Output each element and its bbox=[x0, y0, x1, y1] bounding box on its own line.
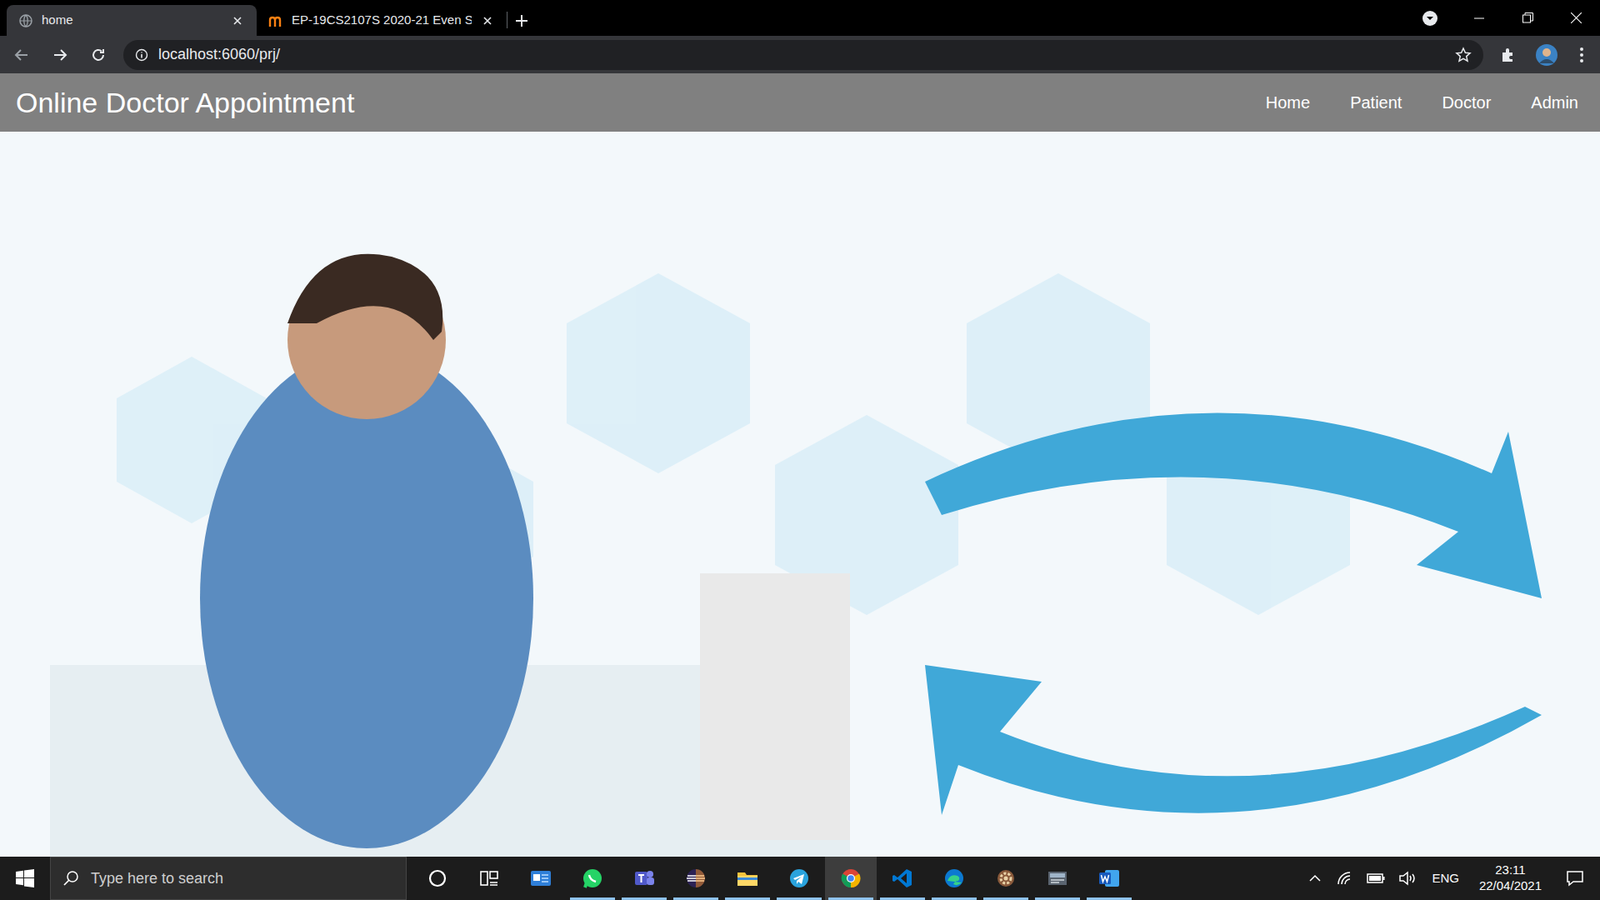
battery-icon[interactable] bbox=[1365, 872, 1387, 885]
word-icon bbox=[1097, 866, 1121, 890]
minimize-icon[interactable] bbox=[1455, 0, 1504, 36]
taskbar-app-button[interactable] bbox=[980, 856, 1032, 900]
volume-icon[interactable] bbox=[1396, 870, 1419, 886]
taskbar-app-button[interactable] bbox=[411, 856, 464, 900]
taskbar-app-button[interactable] bbox=[515, 856, 567, 900]
running-indicator bbox=[776, 897, 822, 900]
running-indicator bbox=[983, 897, 1029, 900]
reload-icon[interactable] bbox=[85, 41, 112, 69]
restore-icon[interactable] bbox=[1503, 0, 1552, 36]
taskbar-app-button[interactable] bbox=[876, 856, 929, 900]
running-indicator bbox=[725, 897, 770, 900]
sql-icon bbox=[1045, 866, 1070, 890]
bookmark-star-icon[interactable] bbox=[1455, 46, 1472, 64]
telegram-icon bbox=[787, 866, 811, 890]
taskbar-app-button[interactable] bbox=[618, 856, 670, 900]
teams-icon bbox=[632, 866, 656, 890]
browser-toolbar: localhost:6060/prj/ bbox=[0, 35, 1600, 74]
taskbar-app-button[interactable] bbox=[1031, 856, 1084, 900]
clock-date: 22/04/2021 bbox=[1479, 878, 1542, 895]
taskbar-app-button[interactable] bbox=[721, 856, 774, 900]
taskbar-apps bbox=[411, 856, 1135, 900]
chrome-icon bbox=[839, 866, 863, 890]
tab-title: home bbox=[41, 10, 222, 30]
taskview-icon bbox=[477, 866, 501, 890]
nav-links: Home Patient Doctor Admin bbox=[1265, 90, 1579, 115]
show-hidden-icons-icon[interactable] bbox=[1305, 871, 1325, 885]
taskbar-app-button[interactable] bbox=[566, 856, 619, 900]
running-indicator bbox=[880, 897, 925, 900]
clock[interactable]: 23:1122/04/2021 bbox=[1472, 862, 1549, 895]
nav-link[interactable]: Doctor bbox=[1441, 90, 1491, 115]
clock-time: 23:11 bbox=[1495, 862, 1525, 879]
close-window-icon[interactable] bbox=[1551, 0, 1600, 36]
tab-strip: home EP-19CS2107S 2020-21 Even Sen bbox=[0, 0, 1600, 36]
news-icon bbox=[529, 866, 553, 890]
tab-search-icon[interactable] bbox=[1405, 0, 1455, 36]
settings-icon bbox=[994, 866, 1018, 890]
running-indicator bbox=[570, 897, 615, 900]
tab-title: EP-19CS2107S 2020-21 Even Sen bbox=[291, 10, 472, 30]
url-text[interactable]: localhost:6060/prj/ bbox=[158, 43, 1445, 66]
nav-link[interactable]: Admin bbox=[1530, 90, 1579, 115]
forward-icon[interactable] bbox=[46, 41, 74, 69]
new-tab-icon[interactable] bbox=[507, 5, 536, 36]
edge-icon bbox=[942, 866, 966, 890]
explorer-icon bbox=[735, 866, 760, 890]
hero-banner-image bbox=[0, 131, 1600, 857]
taskbar-app-button[interactable] bbox=[825, 856, 877, 900]
address-bar[interactable]: localhost:6060/prj/ bbox=[123, 40, 1484, 70]
taskbar-app-button[interactable] bbox=[670, 856, 722, 900]
extensions-icon[interactable] bbox=[1495, 41, 1522, 69]
banner-artwork-icon bbox=[0, 131, 1600, 857]
windows-start-icon[interactable] bbox=[0, 856, 50, 900]
whatsapp-icon bbox=[580, 866, 605, 890]
moodle-favicon-icon bbox=[268, 13, 284, 29]
profile-avatar-icon[interactable] bbox=[1533, 41, 1560, 69]
cortana-icon bbox=[425, 866, 450, 890]
notifications-icon[interactable] bbox=[1558, 870, 1592, 887]
running-indicator bbox=[673, 897, 719, 900]
globe-icon bbox=[18, 13, 34, 29]
running-indicator bbox=[931, 897, 977, 900]
browser-tab[interactable]: home bbox=[6, 5, 257, 36]
site-navbar: Online Doctor Appointment Home Patient Doct… bbox=[0, 73, 1600, 132]
nav-link[interactable]: Home bbox=[1265, 90, 1310, 115]
eclipse-icon bbox=[684, 866, 708, 890]
search-placeholder: Type here to search bbox=[90, 867, 224, 890]
window-controls bbox=[1405, 0, 1600, 36]
close-tab-icon[interactable] bbox=[230, 13, 245, 29]
taskbar-app-button[interactable] bbox=[463, 856, 515, 900]
search-icon bbox=[62, 870, 80, 887]
browser-tab[interactable]: EP-19CS2107S 2020-21 Even Sen bbox=[256, 5, 507, 36]
system-tray: ENG 23:1122/04/2021 bbox=[1305, 856, 1600, 900]
taskbar-app-button[interactable] bbox=[773, 856, 825, 900]
back-icon[interactable] bbox=[8, 41, 35, 69]
input-language[interactable]: ENG bbox=[1428, 869, 1463, 889]
close-tab-icon[interactable] bbox=[480, 13, 495, 29]
windows-taskbar: Type here to search ENG 23:1122/04/2021 bbox=[0, 856, 1600, 900]
vscode-icon bbox=[890, 866, 915, 890]
taskbar-app-button[interactable] bbox=[1083, 856, 1135, 900]
nav-link[interactable]: Patient bbox=[1350, 90, 1402, 115]
running-indicator bbox=[828, 897, 874, 900]
running-indicator bbox=[621, 897, 667, 900]
running-indicator bbox=[1086, 897, 1132, 900]
tab-separator bbox=[506, 11, 508, 29]
running-indicator bbox=[1035, 897, 1080, 900]
wifi-icon[interactable] bbox=[1335, 870, 1355, 886]
info-icon bbox=[135, 48, 149, 62]
menu-dots-icon[interactable] bbox=[1571, 41, 1592, 69]
taskbar-search-box[interactable]: Type here to search bbox=[50, 856, 407, 900]
site-brand[interactable]: Online Doctor Appointment bbox=[15, 85, 355, 120]
taskbar-app-button[interactable] bbox=[928, 856, 980, 900]
